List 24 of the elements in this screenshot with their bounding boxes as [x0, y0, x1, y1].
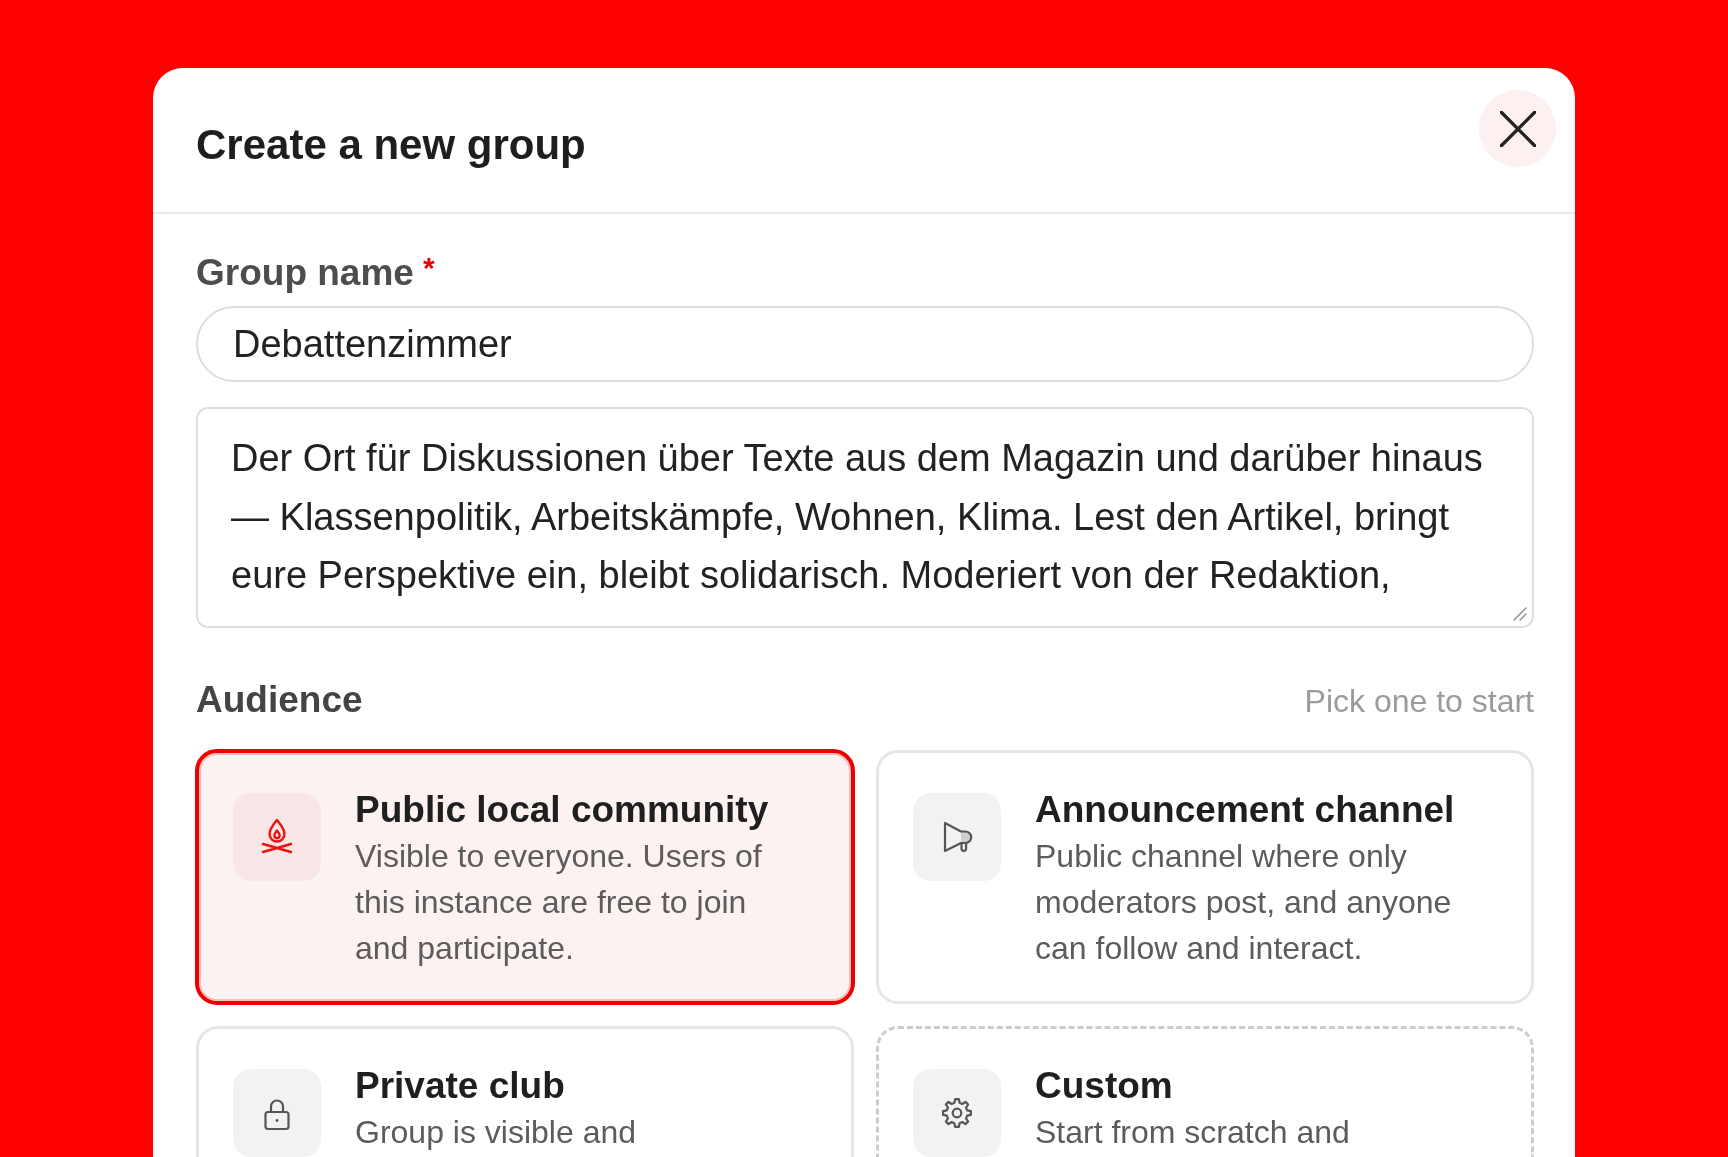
option-description: Group is visible and	[355, 1113, 638, 1152]
required-mark: *	[422, 251, 435, 285]
audience-option-card[interactable]: Public local community Visible to everyone. Users of this instance are free to join and participate.	[195, 749, 855, 1005]
group-name-field[interactable]: Debattenzimmer	[196, 306, 1534, 382]
option-description: Visible to everyone. Users of this instance are free to join and participate.	[355, 837, 763, 968]
close-icon	[1499, 110, 1536, 147]
padlock-icon	[233, 1069, 321, 1157]
hint-text: Pick one to start	[1304, 682, 1534, 721]
option-description: Public channel where only moderators post, and anyone can follow and interact.	[1035, 837, 1453, 968]
audience-option-card[interactable]: Private club Group is visible and	[196, 1026, 854, 1157]
option-description: Start from scratch and	[1035, 1113, 1351, 1152]
option-title: Custom	[1035, 1064, 1174, 1108]
section-heading: Audience	[196, 678, 363, 722]
option-title: Public local community	[355, 788, 770, 832]
field-label: Group name	[196, 251, 414, 295]
megaphone-icon	[913, 793, 1001, 881]
option-title: Announcement channel	[1035, 788, 1456, 832]
description-field[interactable]: Der Ort für Diskussionen über Texte aus dem Magazin und darüber hinaus — Klassenpolitik, Arbeitskämpfe, Wohnen, Klima. Lest den Artikel, bringt eure Perspektive ein, bleibt solidarisch. Moderiert von der Redaktion,	[196, 407, 1534, 628]
dialog-title: Create a new group	[196, 120, 586, 170]
campfire-icon	[233, 793, 321, 881]
audience-option-card[interactable]: Custom Start from scratch and	[876, 1026, 1534, 1157]
gear-icon	[913, 1069, 1001, 1157]
option-title: Private club	[355, 1064, 566, 1108]
audience-option-card[interactable]: Announcement channel Public channel where only moderators post, and anyone can follow and interact.	[876, 750, 1534, 1004]
